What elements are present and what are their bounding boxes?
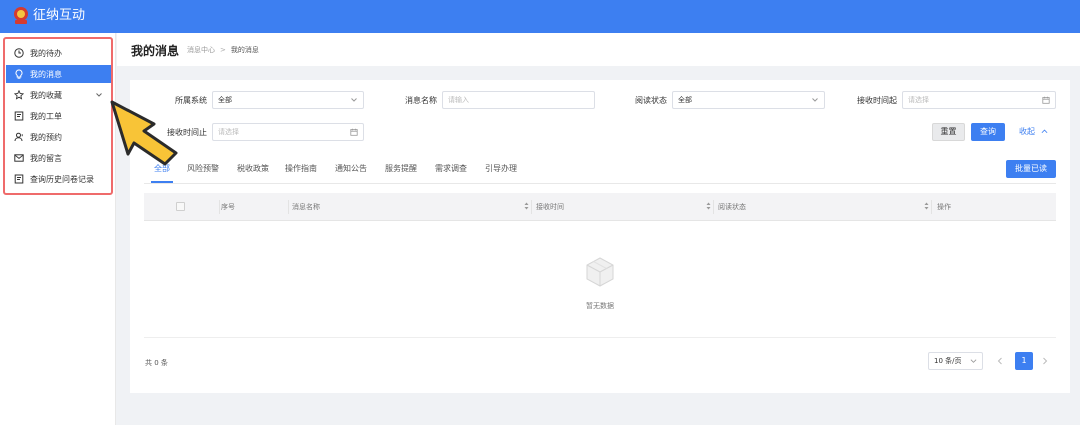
column-divider [219, 200, 220, 214]
sidebar-item-work-orders[interactable]: 我的工单 [6, 107, 111, 125]
tab-risk-warning[interactable]: 风险预警 [187, 164, 219, 174]
column-header-actions: 操作 [937, 203, 951, 211]
page-number-current[interactable]: 1 [1015, 352, 1033, 370]
sidebar-item-label: 我的工单 [30, 111, 62, 121]
sidebar-item-favorites[interactable]: 我的收藏 [6, 86, 111, 104]
read-status-select[interactable]: 全部 [672, 91, 825, 109]
clock-icon [14, 48, 24, 58]
select-all-checkbox[interactable] [176, 202, 185, 211]
lightbulb-icon [15, 69, 23, 79]
document-icon [14, 111, 24, 121]
chevron-up-icon [1041, 129, 1047, 134]
chevron-down-icon [812, 98, 818, 102]
sidebar-item-label: 我的预约 [30, 132, 62, 142]
tab-divider [144, 183, 1056, 184]
chevron-down-icon [351, 98, 357, 102]
tab-tax-policy[interactable]: 税收政策 [237, 164, 269, 174]
column-header-index: 序号 [221, 203, 235, 211]
sidebar-item-messages-left[interactable]: 我的留言 [6, 149, 111, 167]
column-divider [288, 200, 289, 214]
breadcrumb: 消息中心 > 我的消息 [187, 45, 259, 55]
empty-state-text: 暂无数据 [586, 302, 614, 310]
sidebar-item-appointments[interactable]: 我的预约 [6, 128, 111, 146]
breadcrumb-separator: > [220, 46, 226, 54]
collapse-filters-link[interactable]: 收起 [1019, 127, 1048, 137]
document-icon [14, 174, 24, 184]
breadcrumb-current: 我的消息 [230, 46, 259, 54]
batch-mark-read-button[interactable]: 批量已读 [1006, 160, 1056, 178]
top-bar: 征纳互动 [0, 0, 1080, 33]
chevron-down-icon [970, 359, 977, 363]
table-bottom-divider [144, 337, 1056, 338]
system-select[interactable]: 全部 [212, 91, 364, 109]
mail-icon [14, 154, 24, 162]
sidebar-item-survey-history[interactable]: 查询历史问卷记录 [6, 170, 111, 188]
user-icon [14, 132, 23, 142]
sort-icon[interactable] [924, 201, 929, 211]
message-card: 所属系统 全部 消息名称 请输入 阅读状态 全部 接收时间起 请选择 接收时间止… [130, 80, 1070, 393]
tab-surveys[interactable]: 需求调查 [435, 164, 467, 174]
calendar-icon [1042, 96, 1050, 104]
sidebar-item-messages[interactable]: 我的消息 [6, 65, 111, 83]
table-header: 序号 消息名称 接收时间 阅读状态 操作 [144, 193, 1056, 221]
arrow-pointer-icon [110, 100, 178, 166]
app-title: 征纳互动 [33, 8, 86, 23]
next-page-icon[interactable] [1041, 356, 1049, 366]
column-divider [531, 200, 532, 214]
sidebar-item-todo[interactable]: 我的待办 [6, 44, 111, 62]
read-status-label: 阅读状态 [635, 96, 667, 105]
column-divider [931, 200, 932, 214]
receive-start-date-picker[interactable]: 请选择 [902, 91, 1056, 109]
tab-operation-guide[interactable]: 操作指南 [285, 164, 317, 174]
breadcrumb-message-center[interactable]: 消息中心 [187, 46, 215, 54]
chevron-down-icon[interactable] [95, 91, 103, 99]
column-header-read-status: 阅读状态 [718, 203, 746, 211]
empty-box-icon [586, 257, 614, 287]
reset-button[interactable]: 重置 [932, 123, 965, 141]
sort-icon[interactable] [706, 201, 711, 211]
receive-start-label: 接收时间起 [857, 96, 897, 105]
page-header: 我的消息 消息中心 > 我的消息 [117, 33, 1080, 66]
sidebar-item-label: 我的消息 [30, 69, 62, 79]
calendar-icon [350, 128, 358, 136]
previous-page-icon[interactable] [996, 356, 1004, 366]
total-count: 共 0 条 [145, 359, 168, 367]
tax-emblem-logo [14, 7, 28, 24]
column-header-receive-time: 接收时间 [536, 203, 564, 211]
sort-icon[interactable] [524, 201, 529, 211]
message-name-label: 消息名称 [405, 96, 437, 105]
column-header-message-name: 消息名称 [292, 203, 320, 211]
query-button[interactable]: 查询 [971, 123, 1005, 141]
sidebar-item-label: 我的待办 [30, 48, 62, 58]
page-size-select[interactable]: 10 条/页 [928, 352, 983, 370]
receive-end-date-picker[interactable]: 请选择 [212, 123, 364, 141]
tab-notices[interactable]: 通知公告 [335, 164, 367, 174]
sidebar-item-label: 我的收藏 [30, 90, 62, 100]
tab-guided-handling[interactable]: 引导办理 [485, 164, 517, 174]
sidebar-item-label: 我的留言 [30, 153, 62, 163]
sidebar-item-label: 查询历史问卷记录 [30, 174, 94, 184]
tab-service-reminders[interactable]: 服务提醒 [385, 164, 417, 174]
page-title: 我的消息 [131, 44, 180, 58]
column-divider [713, 200, 714, 214]
message-name-input[interactable]: 请输入 [442, 91, 595, 109]
star-icon [14, 90, 24, 100]
